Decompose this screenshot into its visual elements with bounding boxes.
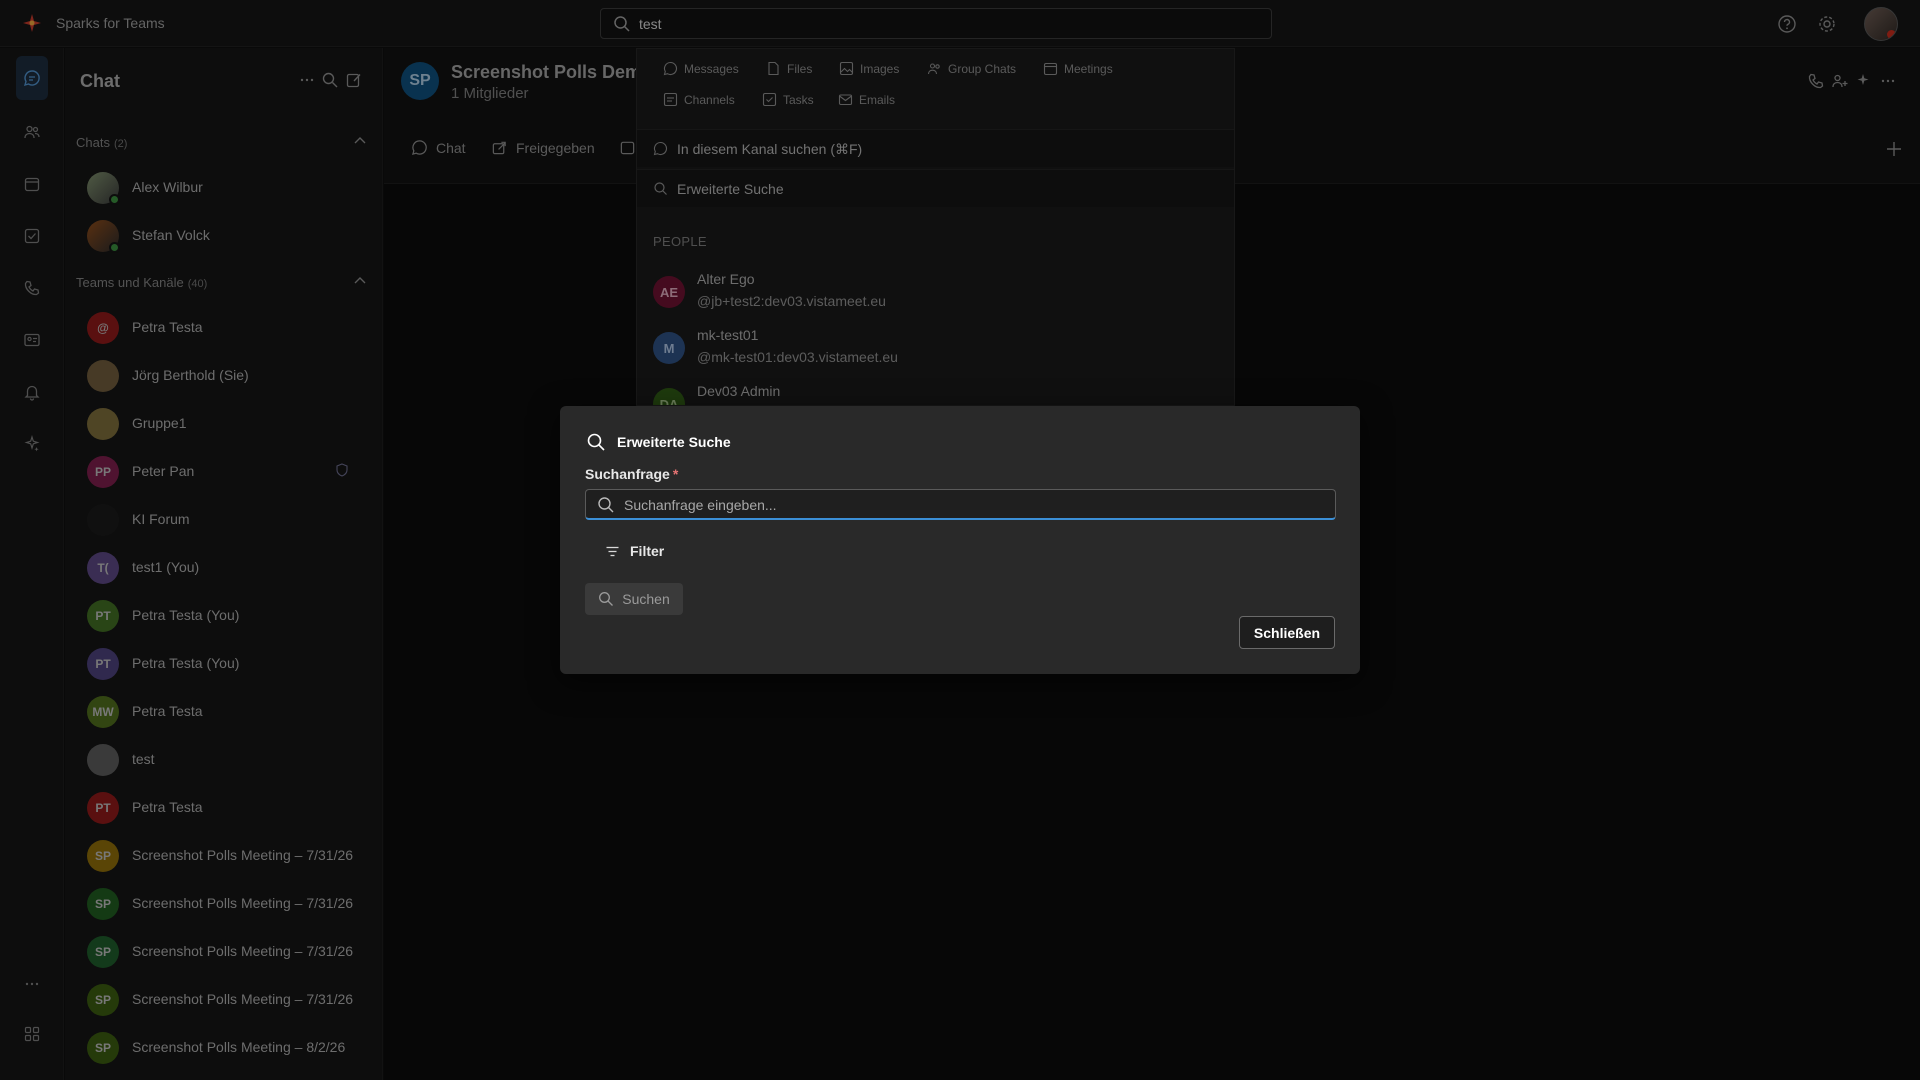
advanced-search-dialog: Erweiterte Suche Suchanfrage * Suchanfrag… — [560, 406, 1360, 674]
query-label: Suchanfrage * — [585, 466, 679, 482]
filter-button[interactable]: Filter — [605, 543, 664, 559]
search-icon — [587, 433, 605, 451]
query-input[interactable]: Suchanfrage eingeben... — [585, 489, 1336, 520]
search-icon — [598, 497, 614, 513]
close-button[interactable]: Schließen — [1239, 616, 1335, 649]
search-submit-button[interactable]: Suchen — [585, 583, 683, 615]
query-placeholder: Suchanfrage eingeben... — [624, 497, 777, 513]
filter-icon — [606, 546, 619, 556]
dialog-title: Erweiterte Suche — [617, 434, 731, 450]
search-icon — [599, 592, 614, 606]
required-marker: * — [672, 466, 679, 482]
